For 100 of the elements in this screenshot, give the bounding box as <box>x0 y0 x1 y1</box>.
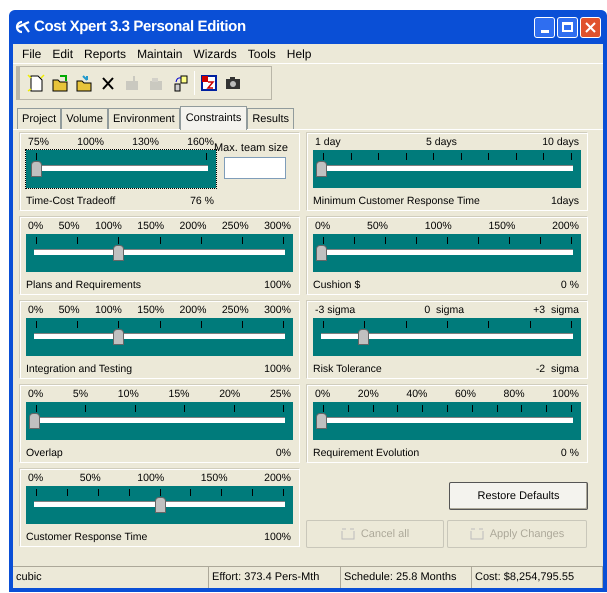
scale-label: -3 sigma <box>315 303 356 317</box>
scale-label: 300% <box>264 219 291 233</box>
toolbar-button[interactable] <box>26 72 46 94</box>
status-field: Effort: 373.4 Pers-Mth <box>209 567 341 588</box>
slider-value: 100% <box>264 362 292 377</box>
tab[interactable]: Results <box>247 108 294 129</box>
slider[interactable] <box>26 234 293 272</box>
slider[interactable] <box>26 486 293 524</box>
slider-thumb[interactable] <box>112 329 124 345</box>
slider-thumb[interactable] <box>316 413 327 429</box>
input-field[interactable] <box>224 157 286 179</box>
slider-label: Customer Response Time <box>26 530 148 545</box>
menu-item[interactable]: Wizards <box>188 44 242 62</box>
menu-item[interactable]: Tools <box>242 44 281 62</box>
slider-thumb[interactable] <box>112 245 124 261</box>
slider[interactable] <box>26 318 293 356</box>
button[interactable]: Restore Defaults <box>449 482 588 510</box>
slider-label: Overlap <box>26 446 63 461</box>
status-field: Schedule: 25.8 Months <box>341 567 472 588</box>
slider-thumb[interactable] <box>154 497 166 513</box>
slider-thumb[interactable] <box>316 161 327 177</box>
camera-icon <box>224 74 242 92</box>
scale-label: 50% <box>58 303 80 317</box>
scale-label: 0% <box>28 303 44 317</box>
scale-label: 15% <box>168 387 190 401</box>
slider-value: 0% <box>276 446 292 461</box>
slider[interactable] <box>26 402 293 440</box>
menu-item[interactable]: Edit <box>47 44 78 62</box>
folder-icon <box>51 74 69 92</box>
scale-label: 60% <box>454 387 476 401</box>
menu-item[interactable]: File <box>17 44 46 62</box>
scale-label: 200% <box>552 219 579 233</box>
scale-label: 0% <box>315 219 330 233</box>
scale-label: 100% <box>77 135 104 149</box>
close-icon <box>585 22 596 32</box>
scale-label: +3 sigma <box>533 303 579 317</box>
close-button[interactable] <box>580 16 601 38</box>
slider-thumb[interactable] <box>358 329 370 345</box>
scale-label: 150% <box>137 219 164 233</box>
slider[interactable] <box>26 150 216 188</box>
scale-label: 100% <box>424 219 452 233</box>
scale-label: 5% <box>72 387 88 401</box>
slider[interactable] <box>313 150 581 188</box>
menu-item[interactable]: Reports <box>79 44 132 62</box>
document-icon <box>27 74 45 92</box>
scale-label: 50% <box>80 471 101 485</box>
slider[interactable] <box>313 318 581 356</box>
scale-label: 0 sigma <box>424 303 464 317</box>
scale-label: 200% <box>180 219 206 233</box>
slider-label: Minimum Customer Response Time <box>313 194 480 209</box>
tab[interactable]: Volume <box>61 108 108 129</box>
tab[interactable]: Constraints <box>180 106 248 130</box>
toolbar-button[interactable] <box>199 72 219 94</box>
slider[interactable] <box>313 402 581 440</box>
slider-label: Time-Cost Tradeoff <box>26 194 116 209</box>
status-field: Cost: $8,254,795.55 <box>472 567 603 588</box>
toolbar-button[interactable] <box>50 72 70 94</box>
slider-thumb[interactable] <box>29 413 40 429</box>
scale-label: 50% <box>58 219 80 233</box>
slider-value: 100% <box>264 530 292 545</box>
status-field: cubic <box>13 567 209 588</box>
scale-label: 80% <box>504 387 525 401</box>
scale-label: 1 day <box>315 135 341 149</box>
minimize-button[interactable] <box>534 16 555 38</box>
slider-value: -2 sigma <box>536 362 580 377</box>
calendar-icon <box>200 74 218 92</box>
scale-label: 150% <box>200 471 228 485</box>
scale-label: 10% <box>118 387 139 401</box>
maximize-button[interactable] <box>557 16 578 38</box>
scale-label: 0% <box>28 471 44 485</box>
slider-thumb[interactable] <box>30 161 42 177</box>
folder-icon <box>75 74 93 92</box>
window-icon <box>470 528 484 540</box>
window-icon <box>340 528 355 540</box>
scale-label: 0% <box>28 219 44 233</box>
scale-label: 150% <box>137 303 164 317</box>
scale-label: 100% <box>95 303 122 317</box>
slider-value: 100% <box>264 278 292 293</box>
scale-label: 5 days <box>426 135 457 149</box>
tab[interactable]: Project <box>17 108 62 129</box>
menu-item[interactable]: Help <box>282 44 316 62</box>
scale-label: 0% <box>28 387 44 401</box>
menu-item[interactable]: Maintain <box>132 44 188 62</box>
slider-label: Risk Tolerance <box>313 362 382 377</box>
disk-icon <box>123 74 141 92</box>
slider-value: 0 % <box>560 278 580 293</box>
scale-label: 150% <box>488 219 516 233</box>
slider-label: Cushion $ <box>313 278 360 293</box>
scale-label: 250% <box>222 219 249 233</box>
scale-label: 20% <box>358 387 379 401</box>
tab[interactable]: Environment <box>108 108 180 129</box>
slider-label: Requirement Evolution <box>313 446 420 461</box>
field-label: Max. team size <box>214 141 288 154</box>
slider-thumb[interactable] <box>316 245 327 261</box>
slider-value: 0 % <box>560 446 580 461</box>
slider-value: 76 % <box>190 194 215 209</box>
scale-label: 130% <box>132 135 159 149</box>
slider[interactable] <box>313 234 581 272</box>
app-logo-icon <box>15 20 31 34</box>
slider-label: Plans and Requirements <box>26 278 141 293</box>
